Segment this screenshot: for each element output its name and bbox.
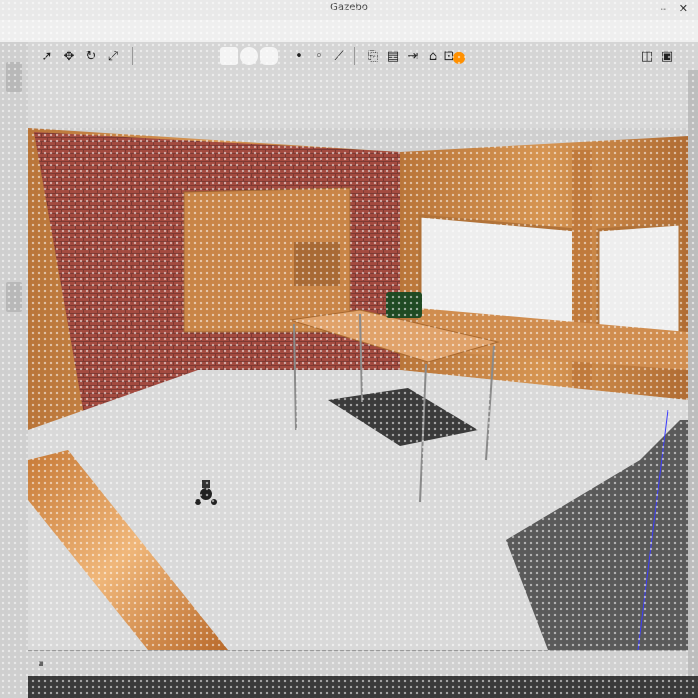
directional-light-icon[interactable]: ⟋: [330, 47, 348, 65]
ceiling-area: [28, 70, 688, 128]
left-panel-collapsed[interactable]: [0, 42, 29, 698]
record-icon[interactable]: ▣: [658, 47, 676, 65]
spot-light-icon[interactable]: ◦: [310, 47, 328, 65]
translate-tool-icon[interactable]: ✥: [60, 47, 78, 65]
3d-scene-viewport[interactable]: [28, 70, 688, 650]
panel-grip[interactable]: [6, 282, 22, 312]
title-bar[interactable]: Gazebo – ✕: [0, 0, 698, 21]
toolbar-separator: [354, 47, 355, 65]
window-bottom: [28, 676, 698, 698]
scale-tool-icon[interactable]: ⤢: [104, 47, 122, 65]
pause-icon[interactable]: ⏸: [34, 657, 48, 671]
rotate-tool-icon[interactable]: ↻: [82, 47, 100, 65]
menu-bar: [0, 20, 698, 43]
toolbar: ➚ ✥ ↻ ⤢ • ◦ ⟋ ⎘ ▤ ⇥ ⌂ ⊡ ● ◫ ▣: [28, 42, 698, 71]
close-icon[interactable]: ✕: [679, 2, 688, 15]
scene-render[interactable]: [28, 70, 688, 650]
panel-grip[interactable]: [6, 62, 22, 92]
right-panel-collapsed[interactable]: [688, 70, 698, 698]
select-tool-icon[interactable]: ➚: [38, 47, 56, 65]
copy-icon[interactable]: ⎘: [364, 47, 382, 65]
point-light-icon[interactable]: •: [290, 47, 308, 65]
green-bin: [386, 292, 422, 318]
sphere-shape-icon[interactable]: [240, 47, 258, 65]
cabinet-shelf: [294, 242, 340, 286]
screenshot-icon[interactable]: ◫: [638, 47, 656, 65]
paste-icon[interactable]: ▤: [384, 47, 402, 65]
sun-icon[interactable]: ●: [450, 47, 468, 66]
minimize-icon[interactable]: –: [661, 2, 667, 15]
align-icon[interactable]: ⇥: [404, 47, 422, 65]
status-bar: ⏸: [28, 650, 688, 677]
toolbar-separator: [132, 47, 133, 65]
cylinder-shape-icon[interactable]: [260, 47, 278, 65]
box-shape-icon[interactable]: [220, 47, 238, 65]
gazebo-window: Gazebo – ✕ ➚ ✥ ↻ ⤢ • ◦ ⟋ ⎘ ▤ ⇥ ⌂ ⊡ ● ◫ ▣: [0, 0, 698, 698]
window-title: Gazebo: [330, 2, 368, 13]
